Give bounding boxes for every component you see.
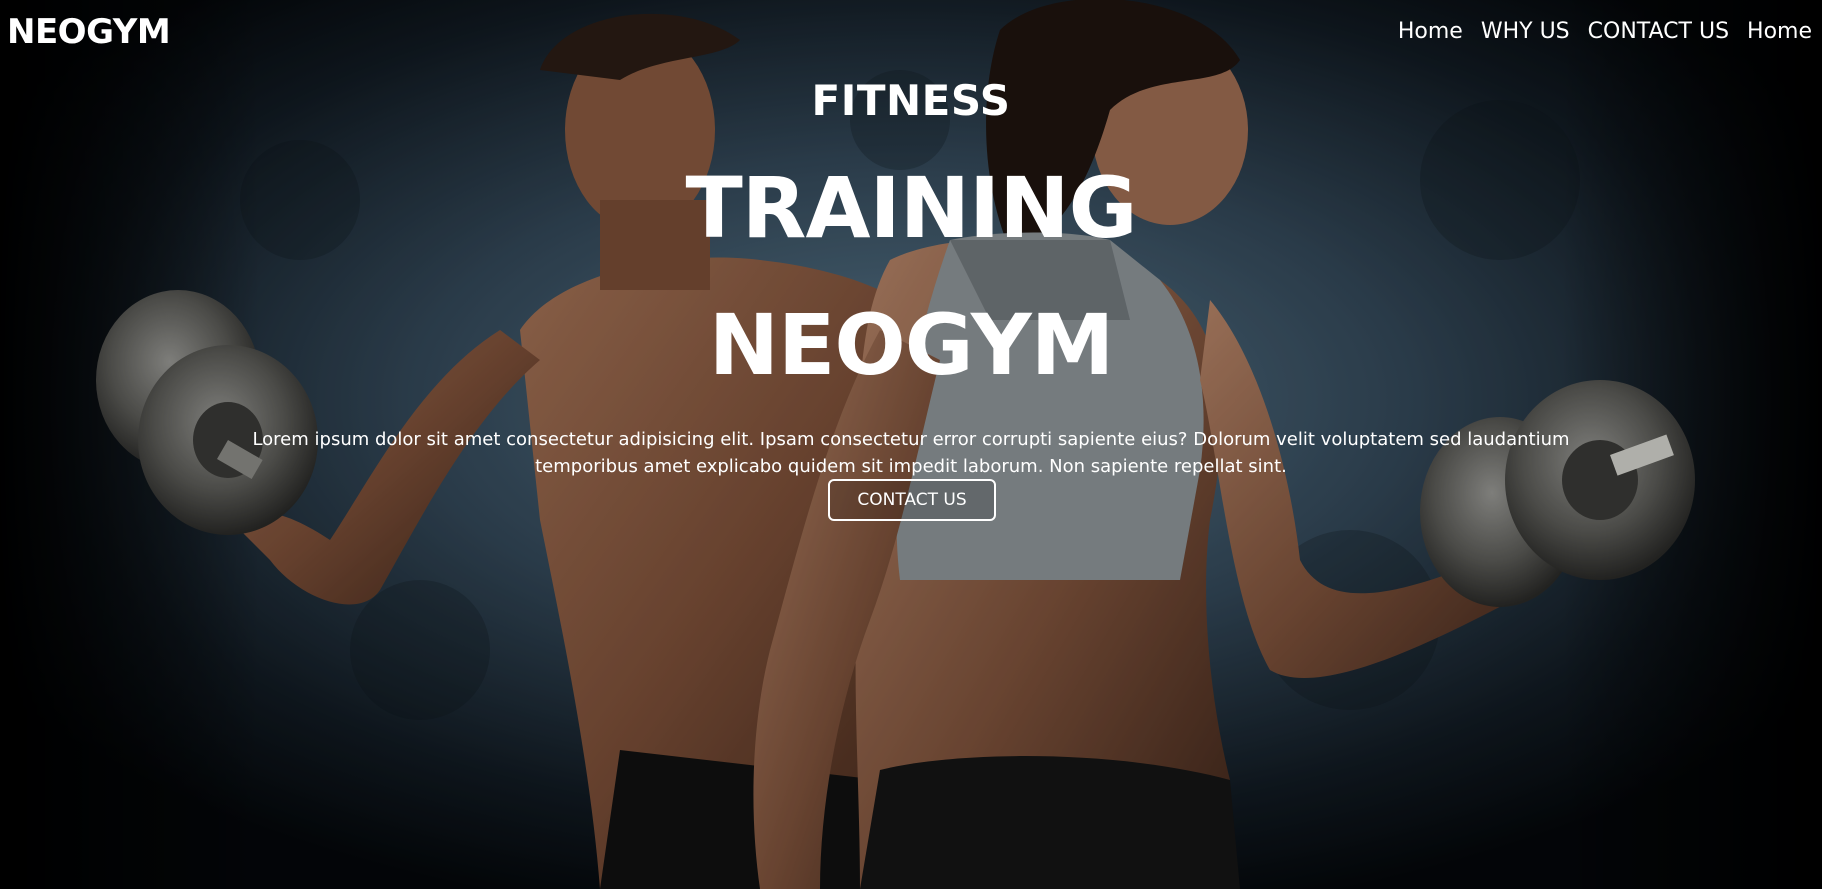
navbar: NEOGYM Home WHY US CONTACT US Home (0, 0, 1822, 66)
hero-title-line-1: TRAINING (685, 159, 1137, 257)
nav-item-contact-us[interactable]: CONTACT US (1588, 19, 1729, 44)
contact-us-button[interactable]: CONTACT US (828, 479, 996, 521)
hero-content: FITNESS TRAINING NEOGYM Lorem ipsum dolo… (0, 0, 1822, 889)
hero-eyebrow: FITNESS (811, 76, 1011, 125)
hero-section: NEOGYM Home WHY US CONTACT US Home FITNE… (0, 0, 1822, 889)
hero-description: Lorem ipsum dolor sit amet consectetur a… (252, 429, 1570, 477)
nav-item-home-secondary[interactable]: Home (1747, 19, 1812, 44)
nav-item-home[interactable]: Home (1398, 19, 1463, 44)
nav-item-why-us[interactable]: WHY US (1481, 19, 1570, 44)
nav-links: Home WHY US CONTACT US Home (1398, 19, 1812, 44)
hero-title-line-2: NEOGYM (708, 296, 1115, 394)
brand-logo[interactable]: NEOGYM (7, 12, 171, 52)
